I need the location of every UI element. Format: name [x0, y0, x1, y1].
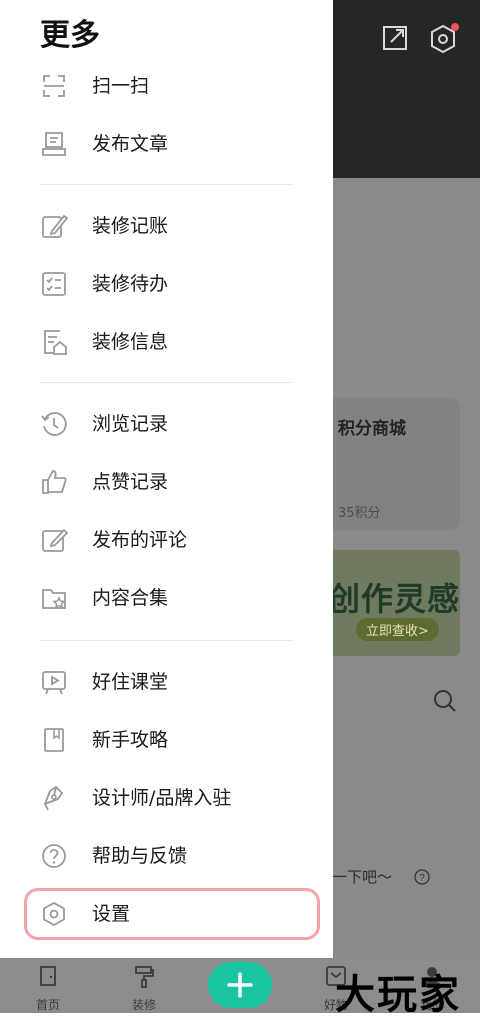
menu-item-label: 装修信息 — [92, 331, 169, 353]
create-button[interactable] — [208, 962, 272, 1008]
notification-dot — [451, 23, 459, 31]
menu-item-browse-history[interactable]: 浏览记录 — [0, 398, 333, 450]
scan-icon — [43, 75, 65, 97]
divider — [40, 382, 293, 383]
publish-article-icon — [42, 132, 66, 156]
home-door-icon — [40, 966, 56, 986]
points-value: 35积分 — [338, 506, 381, 521]
menu-item-label: 浏览记录 — [92, 413, 169, 435]
edit-comment-icon — [42, 528, 68, 552]
menu-item-label: 帮助与反馈 — [92, 845, 188, 867]
menu-item-like-history[interactable]: 点赞记录 — [0, 456, 333, 508]
tab-label: 装修 — [131, 998, 156, 1012]
search-icon — [434, 690, 456, 712]
menu-item-label: 好住课堂 — [92, 671, 169, 693]
banner-button: 立即查收> — [356, 618, 439, 641]
menu-item-label: 装修待办 — [92, 273, 169, 295]
menu-item-scan[interactable]: 扫一扫 — [0, 60, 333, 112]
renovation-ledger-icon — [42, 214, 68, 238]
plus-icon — [227, 972, 253, 998]
tab-home[interactable]: 首页 — [18, 958, 78, 1013]
folder-star-icon — [42, 589, 66, 609]
menu-item-publish-article[interactable]: 发布文章 — [0, 118, 333, 170]
tab-renovation[interactable]: 装修 — [114, 958, 174, 1013]
question-circle-icon: ? — [414, 869, 430, 885]
menu-item-label: 点赞记录 — [92, 471, 169, 493]
menu-item-renovation-ledger[interactable]: 装修记账 — [0, 200, 333, 252]
renovation-info-icon — [44, 330, 67, 355]
pen-nib-icon — [44, 785, 64, 811]
watermark-logo: 大玩家 — [335, 972, 461, 1018]
video-classroom-icon — [42, 671, 66, 695]
todo-checklist-icon — [42, 272, 66, 296]
menu-item-renovation-info[interactable]: 装修信息 — [0, 316, 333, 368]
menu-item-label: 装修记账 — [92, 215, 169, 237]
divider — [40, 184, 293, 185]
menu-item-label: 发布的评论 — [92, 529, 188, 551]
drawer-title: 更多 — [40, 18, 100, 53]
banner-title: 创作灵感 — [328, 580, 461, 618]
svg-text:?: ? — [419, 873, 425, 884]
menu-item-my-comments[interactable]: 发布的评论 — [0, 514, 333, 566]
menu-item-label: 扫一扫 — [92, 75, 150, 97]
bookmark-guide-icon — [44, 728, 64, 752]
points-mall-card: 积分商城 35积分 — [318, 398, 460, 530]
background-hint-text: 一下吧～ — [332, 868, 393, 886]
menu-item-designer-brand-join[interactable]: 设计师/品牌入驻 — [0, 772, 333, 824]
paint-roller-icon — [135, 966, 154, 988]
points-mall-title: 积分商城 — [338, 419, 406, 439]
menu-item-label: 内容合集 — [92, 587, 169, 609]
menu-item-label: 发布文章 — [92, 133, 169, 155]
thumbs-up-icon — [42, 470, 67, 494]
tab-label: 首页 — [35, 998, 60, 1012]
menu-item-collections[interactable]: 内容合集 — [0, 572, 333, 624]
share-icon — [383, 26, 407, 50]
menu-item-classroom[interactable]: 好住课堂 — [0, 656, 333, 708]
menu-item-help-feedback[interactable]: 帮助与反馈 — [0, 830, 333, 882]
more-drawer: 更多 扫一扫 发布文章 装修记账 装修待办 装修信息 浏览记录 点赞记录 发布的… — [0, 0, 333, 958]
help-icon — [42, 844, 66, 868]
history-icon — [41, 412, 67, 436]
inspiration-banner: 创作灵感 立即查收> — [318, 550, 460, 656]
menu-item-label: 新手攻略 — [92, 729, 169, 751]
menu-item-renovation-todo[interactable]: 装修待办 — [0, 258, 333, 310]
divider — [40, 640, 293, 641]
menu-item-beginner-guide[interactable]: 新手攻略 — [0, 714, 333, 766]
settings-highlight — [24, 888, 320, 940]
menu-item-label: 设计师/品牌入驻 — [92, 787, 232, 809]
